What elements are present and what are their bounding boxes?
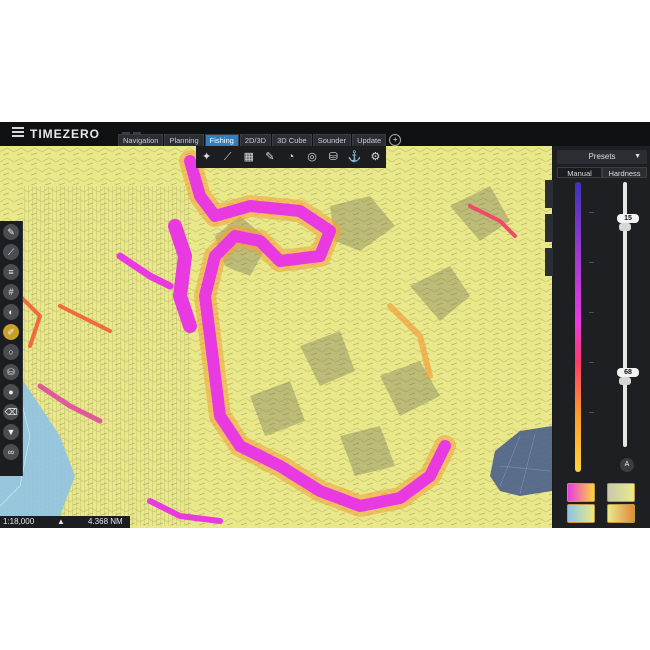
top-bar: TIMEZERO Navigation Planning Fishing 2D/…: [0, 122, 650, 147]
sonar-icon[interactable]: ◔: [283, 150, 298, 165]
target-icon[interactable]: ◎: [305, 150, 320, 165]
map-toolbar: ✦ ⟋ ▦ ✎ ◔ ◎ ⛁ ⚓ ⚙: [196, 146, 386, 168]
add-tab-icon[interactable]: +: [389, 134, 402, 146]
bathymetry-chart: [0, 146, 552, 528]
window-buttons: [122, 125, 148, 138]
pen-icon[interactable]: ✎: [3, 224, 19, 240]
eraser-icon[interactable]: ⌫: [3, 404, 19, 420]
chart-map[interactable]: ✦ ⟋ ▦ ✎ ◔ ◎ ⛁ ⚓ ⚙ ✎ ⟋ ≡ # ◐ ✐ ○ ⛁ ● ⌫ ▼ …: [0, 146, 552, 528]
palette-icon[interactable]: ◐: [3, 304, 19, 320]
presets-dropdown[interactable]: Presets ▼: [557, 150, 647, 164]
panel-tabs: Manual Hardness: [557, 167, 647, 178]
presets-label: Presets: [588, 152, 616, 161]
upper-slider-handle[interactable]: [619, 223, 631, 232]
upper-depth-value: 15: [617, 214, 639, 224]
tab-manual[interactable]: Manual: [557, 167, 602, 178]
grid-icon[interactable]: #: [3, 284, 19, 300]
chart-overlay-icon[interactable]: ▦: [241, 150, 256, 165]
workspace-tabs: Navigation Planning Fishing 2D/3D 3D Cub…: [118, 134, 402, 147]
palette-preset-magenta[interactable]: [567, 483, 595, 502]
vertical-tab-2[interactable]: [545, 214, 553, 242]
scale-tick: —: [589, 360, 594, 366]
vertical-tab-1[interactable]: [545, 180, 553, 208]
depth-icon[interactable]: ▼: [3, 424, 19, 440]
record-icon[interactable]: ●: [3, 384, 19, 400]
settings-icon[interactable]: ⚙: [368, 150, 383, 165]
ruler-icon[interactable]: ⟋: [3, 244, 19, 260]
palette-preset-relief[interactable]: [607, 483, 635, 502]
pencil-icon[interactable]: ✎: [262, 150, 277, 165]
fish-icon[interactable]: ⛁: [326, 150, 341, 165]
link-icon[interactable]: ∞: [3, 444, 19, 460]
app-title: TIMEZERO: [30, 127, 100, 141]
palette-preset-warm[interactable]: [607, 504, 635, 523]
tab-hardness[interactable]: Hardness: [602, 167, 647, 178]
lower-depth-value: 68: [617, 367, 639, 377]
range-distance: 4.368 NM: [88, 517, 123, 526]
vertical-tab-3[interactable]: [545, 248, 553, 276]
scale-tick: —: [589, 260, 594, 266]
status-bar: 1:18,000 ▲ 4.368 NM: [0, 516, 130, 528]
route-icon[interactable]: ⟋: [220, 150, 235, 165]
circle-icon[interactable]: ○: [3, 344, 19, 360]
left-toolbar: ✎ ⟋ ≡ # ◐ ✐ ○ ⛁ ● ⌫ ▼ ∞: [0, 221, 23, 476]
side-panel: Presets ▼ Manual Hardness — — — — — 15 6…: [545, 146, 650, 528]
brush-icon[interactable]: ✐: [3, 324, 19, 340]
chevron-down-icon: ▼: [634, 153, 641, 160]
scale-tick: —: [589, 210, 594, 216]
scale-tick: —: [589, 410, 594, 416]
scale-tick: —: [589, 310, 594, 316]
north-arrow-icon[interactable]: ▲: [57, 516, 65, 528]
layers-icon[interactable]: ≡: [3, 264, 19, 280]
menu-icon[interactable]: [12, 127, 24, 139]
chart-scale: 1:18,000: [3, 517, 35, 526]
boat-icon[interactable]: ⚓: [347, 150, 362, 165]
compass-rose-icon[interactable]: ✦: [199, 150, 214, 165]
auto-range-button[interactable]: A: [620, 458, 634, 472]
vertical-tabs: [545, 180, 553, 282]
depth-color-scale: [575, 182, 581, 472]
fish-icon[interactable]: ⛁: [3, 364, 19, 380]
app-window: TIMEZERO Navigation Planning Fishing 2D/…: [0, 122, 650, 528]
palette-preset-blue[interactable]: [567, 504, 595, 523]
lower-slider-handle[interactable]: [619, 376, 631, 385]
